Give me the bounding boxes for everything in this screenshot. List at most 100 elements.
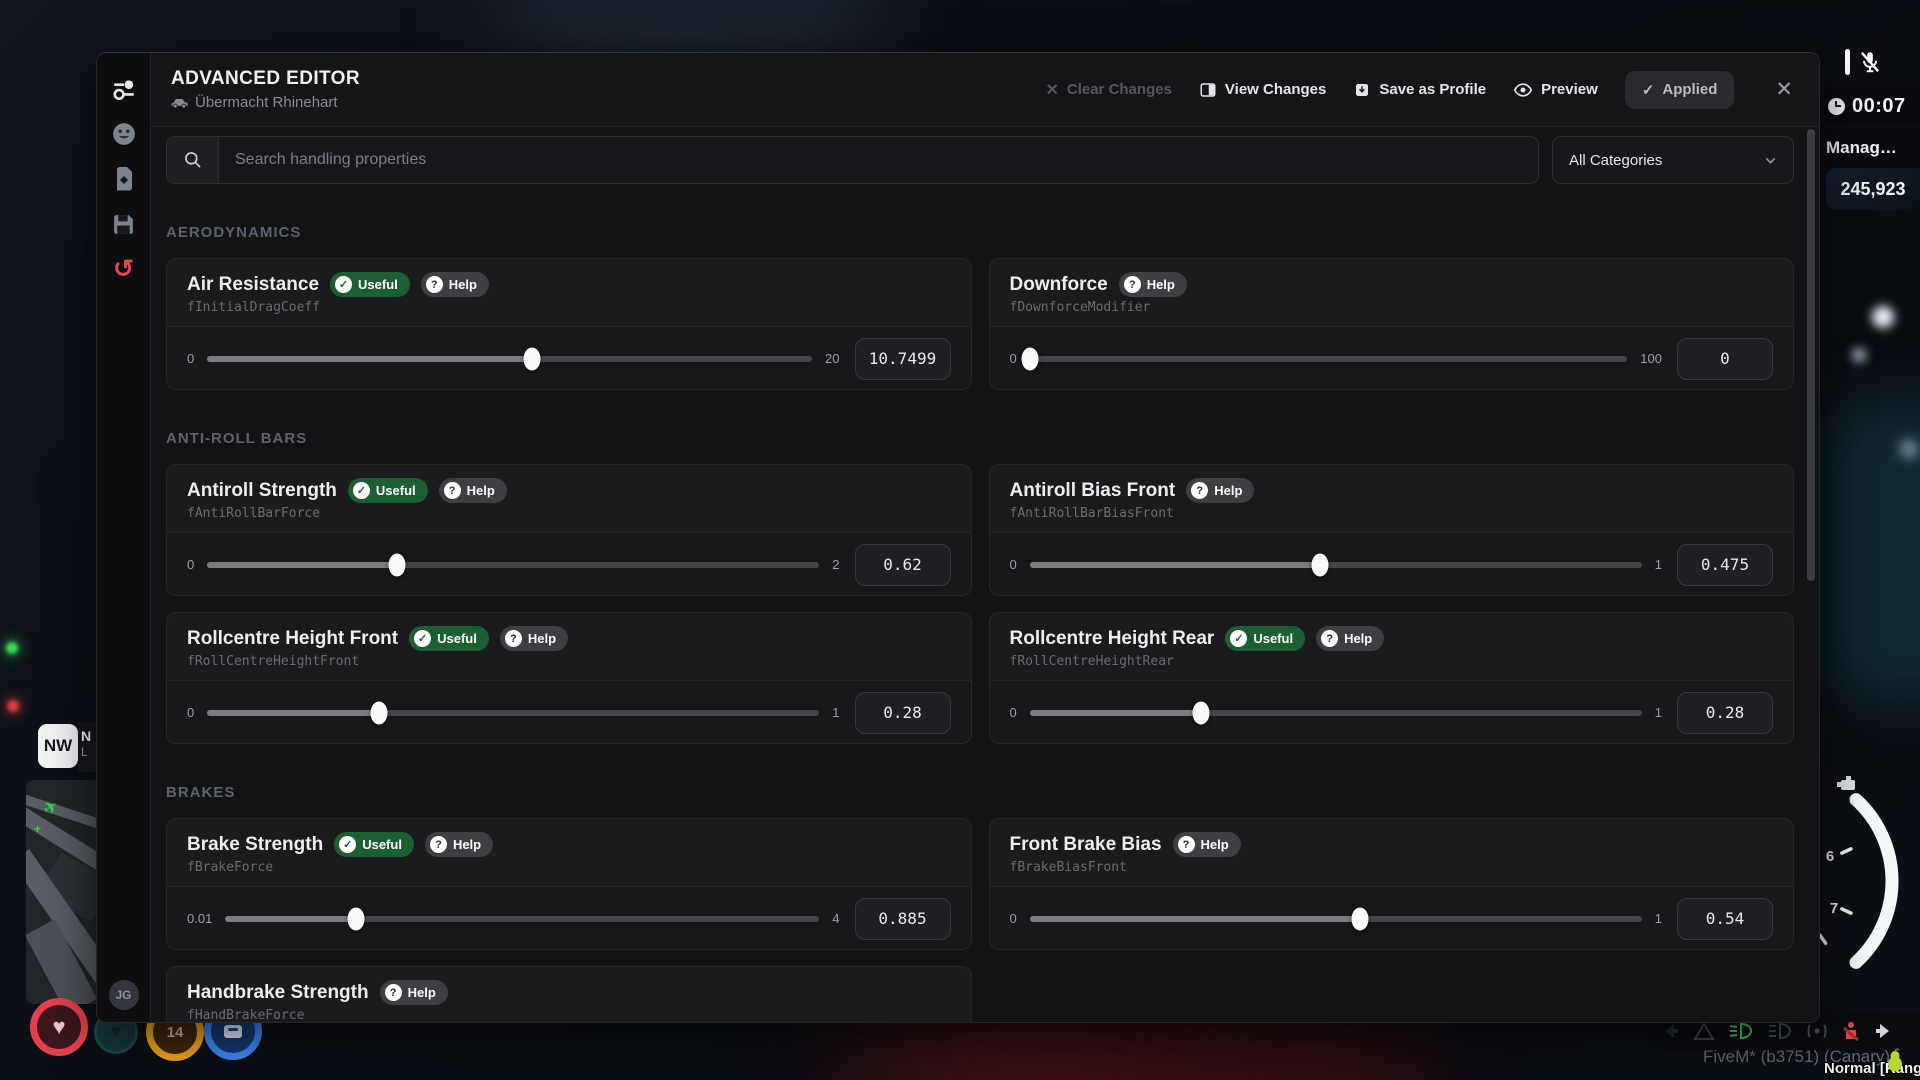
slider-thumb[interactable] bbox=[1352, 907, 1369, 930]
slider-thumb[interactable] bbox=[388, 553, 405, 576]
voice-range-label: Normal [Range] bbox=[1824, 1060, 1920, 1077]
slider[interactable] bbox=[207, 356, 812, 362]
help-badge[interactable]: ?Help bbox=[421, 272, 489, 297]
waypoint-icon: + bbox=[34, 822, 41, 836]
sidebar-tab-files[interactable] bbox=[110, 165, 138, 193]
background-glow bbox=[480, 0, 900, 60]
slider[interactable] bbox=[225, 916, 819, 922]
sidebar-tab-save[interactable] bbox=[110, 210, 138, 238]
preview-button[interactable]: Preview bbox=[1513, 81, 1598, 98]
search-icon bbox=[183, 150, 203, 170]
useful-badge: ✓Useful bbox=[409, 626, 489, 651]
property-title: Handbrake Strength bbox=[187, 982, 369, 1004]
value-input[interactable]: 0.475 bbox=[1677, 544, 1773, 586]
question-icon: ? bbox=[505, 630, 522, 647]
question-icon: ? bbox=[1191, 482, 1208, 499]
value-input[interactable]: 10.7499 bbox=[855, 338, 951, 380]
help-badge[interactable]: ?Help bbox=[1119, 272, 1187, 297]
question-icon: ? bbox=[444, 482, 461, 499]
advanced-editor-panel: ↺ JG ADVANCED EDITOR Übermacht Rhinehart bbox=[96, 52, 1820, 1023]
sidebar-tab-fun[interactable] bbox=[110, 120, 138, 148]
value-input[interactable]: 0.28 bbox=[855, 692, 951, 734]
property-title: Brake Strength bbox=[187, 834, 323, 856]
slider[interactable] bbox=[1030, 710, 1642, 716]
help-badge[interactable]: ?Help bbox=[380, 980, 448, 1005]
applied-button[interactable]: ✓ Applied bbox=[1625, 71, 1735, 109]
reset-icon: ↺ bbox=[113, 257, 134, 282]
slider[interactable] bbox=[1030, 356, 1628, 362]
sidebar-tab-handling[interactable] bbox=[110, 75, 138, 103]
slider[interactable] bbox=[1030, 916, 1642, 922]
search-input[interactable] bbox=[219, 137, 1538, 183]
slider-thumb[interactable] bbox=[370, 701, 387, 724]
game-screen: NW N L ✈ + ♥ ♥ 14 00:07 Manag… 245,923 bbox=[0, 0, 1920, 1080]
floppy-save-icon bbox=[111, 212, 136, 237]
property-param: fBrakeForce bbox=[187, 860, 951, 875]
check-icon: ✓ bbox=[335, 276, 352, 293]
help-badge[interactable]: ?Help bbox=[1316, 626, 1384, 651]
question-icon: ? bbox=[385, 984, 402, 1001]
car-icon bbox=[171, 96, 188, 109]
editor-main: ADVANCED EDITOR Übermacht Rhinehart ✕ Cl… bbox=[151, 53, 1819, 1022]
check-icon: ✓ bbox=[339, 836, 356, 853]
engine-warning-icon bbox=[1806, 1022, 1828, 1040]
value-input[interactable]: 0.28 bbox=[1677, 692, 1773, 734]
editor-sidebar: ↺ JG bbox=[97, 53, 151, 1022]
smiley-icon bbox=[111, 121, 137, 147]
slider-thumb[interactable] bbox=[1021, 347, 1038, 370]
eye-icon bbox=[1513, 82, 1533, 98]
save-as-profile-button[interactable]: Save as Profile bbox=[1353, 81, 1486, 99]
hazard-icon bbox=[1693, 1022, 1715, 1041]
avatar[interactable]: JG bbox=[109, 980, 139, 1010]
help-badge[interactable]: ?Help bbox=[500, 626, 568, 651]
slider-max: 1 bbox=[1655, 557, 1662, 572]
property-param: fAntiRollBarBiasFront bbox=[1010, 506, 1774, 521]
timer-value: 00:07 bbox=[1852, 95, 1906, 118]
question-icon: ? bbox=[1321, 630, 1338, 647]
slider-max: 2 bbox=[832, 557, 839, 572]
view-changes-button[interactable]: View Changes bbox=[1199, 81, 1326, 99]
help-badge[interactable]: ?Help bbox=[1173, 832, 1241, 857]
help-badge[interactable]: ?Help bbox=[439, 478, 507, 503]
value-input[interactable]: 0 bbox=[1677, 338, 1773, 380]
property-card-downforce: Downforce ?Help fDownforceModifier 0 100… bbox=[989, 258, 1795, 390]
streetlight-glow bbox=[1900, 440, 1918, 458]
sidebar-reset-button[interactable]: ↺ bbox=[110, 255, 138, 283]
editor-content: All Categories AERODYNAMICS Air Resi bbox=[151, 127, 1819, 1022]
voice-level-bar bbox=[1845, 49, 1850, 75]
value-input[interactable]: 0.54 bbox=[1677, 898, 1773, 940]
slider-max: 1 bbox=[1655, 911, 1662, 926]
slider-min: 0 bbox=[1010, 557, 1017, 572]
property-card-handbrake-strength: Handbrake Strength ?Help fHandBrakeForce bbox=[166, 966, 972, 1022]
highbeam-off-icon bbox=[1767, 1022, 1793, 1040]
slider-min: 0.01 bbox=[187, 911, 212, 926]
scrollbar[interactable] bbox=[1807, 129, 1815, 581]
value-input[interactable]: 0.885 bbox=[855, 898, 951, 940]
slider[interactable] bbox=[207, 562, 819, 568]
property-title: Antiroll Bias Front bbox=[1010, 480, 1176, 502]
value-input[interactable]: 0.62 bbox=[855, 544, 951, 586]
slider[interactable] bbox=[207, 710, 819, 716]
close-button[interactable]: ✕ bbox=[1775, 79, 1793, 100]
slider-min: 0 bbox=[1010, 351, 1017, 366]
slider[interactable] bbox=[1030, 562, 1642, 568]
heart-icon: ♥ bbox=[111, 1023, 121, 1041]
voice-range-pear-icon bbox=[1886, 1048, 1904, 1072]
slider-thumb[interactable] bbox=[524, 347, 541, 370]
notification-title: N bbox=[81, 727, 97, 745]
heart-icon: ♥ bbox=[52, 1016, 65, 1038]
slider-min: 0 bbox=[1010, 705, 1017, 720]
help-badge[interactable]: ?Help bbox=[1186, 478, 1254, 503]
question-icon: ? bbox=[426, 276, 443, 293]
editor-header: ADVANCED EDITOR Übermacht Rhinehart ✕ Cl… bbox=[151, 53, 1819, 127]
slider-thumb[interactable] bbox=[347, 907, 364, 930]
slider-thumb[interactable] bbox=[1312, 553, 1329, 576]
timer-badge: 00:07 bbox=[1822, 88, 1920, 124]
category-dropdown[interactable]: All Categories bbox=[1552, 136, 1794, 184]
slider-thumb[interactable] bbox=[1193, 701, 1210, 724]
help-badge[interactable]: ?Help bbox=[425, 832, 493, 857]
property-param: fHandBrakeForce bbox=[187, 1008, 951, 1022]
job-label: Manag… bbox=[1826, 138, 1897, 158]
useful-badge: ✓Useful bbox=[334, 832, 414, 857]
clear-changes-button[interactable]: ✕ Clear Changes bbox=[1045, 80, 1171, 100]
